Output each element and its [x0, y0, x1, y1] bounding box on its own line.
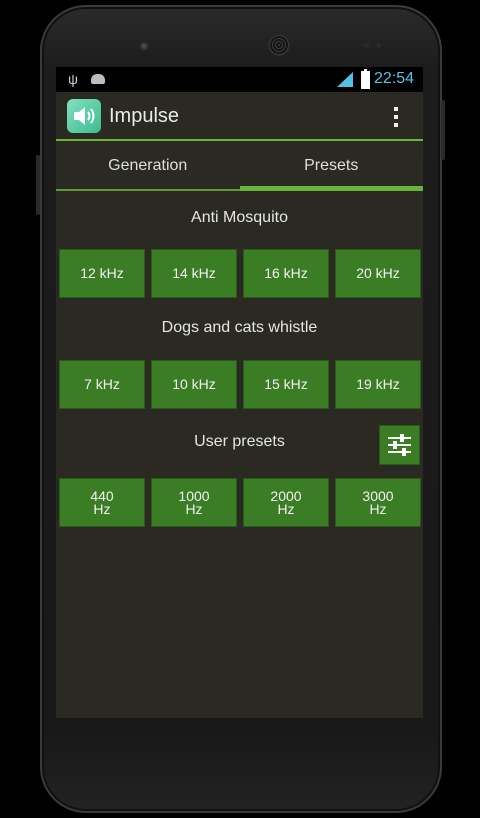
screen: ψ 22:54 Impulse Generation Presets Anti …	[56, 67, 423, 718]
user-preset-1000-button[interactable]: 1000 Hz	[151, 478, 237, 527]
preset-16khz-button[interactable]: 16 kHz	[243, 249, 329, 298]
camera-icon	[140, 42, 150, 52]
user-presets-row: 440 Hz 1000 Hz 2000 Hz 3000 Hz	[59, 478, 421, 527]
action-bar: Impulse	[56, 92, 423, 139]
speaker-icon[interactable]	[67, 99, 101, 133]
signal-icon	[337, 72, 353, 87]
tab-generation[interactable]: Generation	[56, 141, 240, 191]
preset-20khz-button[interactable]: 20 kHz	[335, 249, 421, 298]
overflow-menu-icon[interactable]	[386, 105, 406, 129]
power-button	[441, 100, 445, 160]
dogs-cats-title: Dogs and cats whistle	[161, 319, 318, 336]
anti-mosquito-row: 12 kHz 14 kHz 16 kHz 20 kHz	[59, 249, 421, 298]
preset-12khz-button[interactable]: 12 kHz	[59, 249, 145, 298]
android-debug-icon	[91, 74, 105, 84]
tab-presets[interactable]: Presets	[240, 141, 424, 191]
user-preset-3000-button[interactable]: 3000 Hz	[335, 478, 421, 527]
app-title: Impulse	[109, 105, 180, 127]
dogs-cats-row: 7 kHz 10 kHz 15 kHz 19 kHz	[59, 360, 421, 409]
sensor-dot	[364, 43, 369, 48]
user-presets-title: User presets	[194, 433, 285, 450]
preset-10khz-button[interactable]: 10 kHz	[151, 360, 237, 409]
tab-bar: Generation Presets	[56, 141, 423, 191]
sensor-dot	[376, 43, 381, 48]
equalizer-sliders-icon[interactable]	[379, 425, 420, 465]
earpiece-speaker	[269, 35, 289, 55]
volume-button	[36, 155, 40, 215]
preset-14khz-button[interactable]: 14 kHz	[151, 249, 237, 298]
usb-icon: ψ	[68, 71, 78, 87]
user-preset-2000-button[interactable]: 2000 Hz	[243, 478, 329, 527]
user-preset-440-button[interactable]: 440 Hz	[59, 478, 145, 527]
preset-19khz-button[interactable]: 19 kHz	[335, 360, 421, 409]
preset-15khz-button[interactable]: 15 kHz	[243, 360, 329, 409]
tab-selected-indicator	[240, 186, 423, 191]
anti-mosquito-title: Anti Mosquito	[191, 209, 288, 226]
clock: 22:54	[374, 70, 415, 87]
battery-charging-icon	[361, 69, 370, 89]
status-bar: ψ 22:54	[56, 67, 423, 92]
preset-7khz-button[interactable]: 7 kHz	[59, 360, 145, 409]
